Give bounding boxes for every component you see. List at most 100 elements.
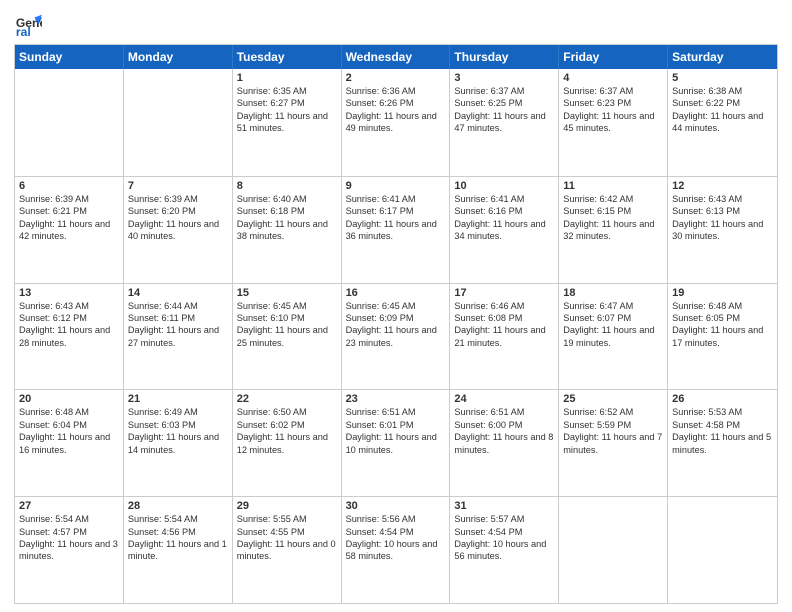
day-number: 22 (237, 393, 337, 405)
day-cell-29: 29Sunrise: 5:55 AM Sunset: 4:55 PM Dayli… (233, 497, 342, 603)
day-cell-27: 27Sunrise: 5:54 AM Sunset: 4:57 PM Dayli… (15, 497, 124, 603)
header-cell-monday: Monday (124, 45, 233, 69)
day-info: Sunrise: 6:35 AM Sunset: 6:27 PM Dayligh… (237, 85, 337, 135)
day-info: Sunrise: 6:46 AM Sunset: 6:08 PM Dayligh… (454, 300, 554, 350)
day-info: Sunrise: 6:37 AM Sunset: 6:23 PM Dayligh… (563, 85, 663, 135)
day-info: Sunrise: 6:42 AM Sunset: 6:15 PM Dayligh… (563, 193, 663, 243)
header-cell-thursday: Thursday (450, 45, 559, 69)
day-cell-28: 28Sunrise: 5:54 AM Sunset: 4:56 PM Dayli… (124, 497, 233, 603)
day-cell-1: 1Sunrise: 6:35 AM Sunset: 6:27 PM Daylig… (233, 69, 342, 176)
day-number: 26 (672, 393, 773, 405)
day-info: Sunrise: 6:39 AM Sunset: 6:21 PM Dayligh… (19, 193, 119, 243)
day-cell-18: 18Sunrise: 6:47 AM Sunset: 6:07 PM Dayli… (559, 284, 668, 390)
day-info: Sunrise: 6:49 AM Sunset: 6:03 PM Dayligh… (128, 406, 228, 456)
day-cell-22: 22Sunrise: 6:50 AM Sunset: 6:02 PM Dayli… (233, 390, 342, 496)
day-cell-3: 3Sunrise: 6:37 AM Sunset: 6:25 PM Daylig… (450, 69, 559, 176)
day-cell-12: 12Sunrise: 6:43 AM Sunset: 6:13 PM Dayli… (668, 177, 777, 283)
day-cell-2: 2Sunrise: 6:36 AM Sunset: 6:26 PM Daylig… (342, 69, 451, 176)
day-number: 3 (454, 72, 554, 84)
day-number: 25 (563, 393, 663, 405)
day-info: Sunrise: 5:54 AM Sunset: 4:56 PM Dayligh… (128, 513, 228, 563)
day-info: Sunrise: 5:53 AM Sunset: 4:58 PM Dayligh… (672, 406, 773, 456)
day-number: 19 (672, 287, 773, 299)
day-info: Sunrise: 6:51 AM Sunset: 6:01 PM Dayligh… (346, 406, 446, 456)
day-number: 15 (237, 287, 337, 299)
day-info: Sunrise: 6:50 AM Sunset: 6:02 PM Dayligh… (237, 406, 337, 456)
day-number: 9 (346, 180, 446, 192)
day-info: Sunrise: 6:45 AM Sunset: 6:10 PM Dayligh… (237, 300, 337, 350)
day-info: Sunrise: 5:54 AM Sunset: 4:57 PM Dayligh… (19, 513, 119, 563)
day-cell-21: 21Sunrise: 6:49 AM Sunset: 6:03 PM Dayli… (124, 390, 233, 496)
day-number: 30 (346, 500, 446, 512)
week-row-4: 27Sunrise: 5:54 AM Sunset: 4:57 PM Dayli… (15, 496, 777, 603)
day-info: Sunrise: 6:48 AM Sunset: 6:04 PM Dayligh… (19, 406, 119, 456)
day-cell-14: 14Sunrise: 6:44 AM Sunset: 6:11 PM Dayli… (124, 284, 233, 390)
day-cell-19: 19Sunrise: 6:48 AM Sunset: 6:05 PM Dayli… (668, 284, 777, 390)
day-cell-7: 7Sunrise: 6:39 AM Sunset: 6:20 PM Daylig… (124, 177, 233, 283)
day-number: 23 (346, 393, 446, 405)
logo-icon: Gene ral (14, 10, 42, 38)
day-number: 21 (128, 393, 228, 405)
day-number: 28 (128, 500, 228, 512)
day-info: Sunrise: 6:41 AM Sunset: 6:17 PM Dayligh… (346, 193, 446, 243)
day-cell-23: 23Sunrise: 6:51 AM Sunset: 6:01 PM Dayli… (342, 390, 451, 496)
week-row-3: 20Sunrise: 6:48 AM Sunset: 6:04 PM Dayli… (15, 389, 777, 496)
calendar: SundayMondayTuesdayWednesdayThursdayFrid… (14, 44, 778, 604)
day-number: 6 (19, 180, 119, 192)
svg-text:ral: ral (16, 25, 31, 38)
day-number: 10 (454, 180, 554, 192)
day-cell-11: 11Sunrise: 6:42 AM Sunset: 6:15 PM Dayli… (559, 177, 668, 283)
day-cell-17: 17Sunrise: 6:46 AM Sunset: 6:08 PM Dayli… (450, 284, 559, 390)
day-cell-26: 26Sunrise: 5:53 AM Sunset: 4:58 PM Dayli… (668, 390, 777, 496)
page-header: Gene ral (14, 10, 778, 38)
day-cell-5: 5Sunrise: 6:38 AM Sunset: 6:22 PM Daylig… (668, 69, 777, 176)
day-cell-empty-0-1 (124, 69, 233, 176)
day-info: Sunrise: 6:37 AM Sunset: 6:25 PM Dayligh… (454, 85, 554, 135)
logo: Gene ral (14, 10, 46, 38)
day-cell-20: 20Sunrise: 6:48 AM Sunset: 6:04 PM Dayli… (15, 390, 124, 496)
day-number: 14 (128, 287, 228, 299)
day-number: 18 (563, 287, 663, 299)
day-number: 29 (237, 500, 337, 512)
day-number: 16 (346, 287, 446, 299)
day-number: 7 (128, 180, 228, 192)
day-info: Sunrise: 6:38 AM Sunset: 6:22 PM Dayligh… (672, 85, 773, 135)
day-number: 24 (454, 393, 554, 405)
day-cell-30: 30Sunrise: 5:56 AM Sunset: 4:54 PM Dayli… (342, 497, 451, 603)
week-row-1: 6Sunrise: 6:39 AM Sunset: 6:21 PM Daylig… (15, 176, 777, 283)
day-info: Sunrise: 6:44 AM Sunset: 6:11 PM Dayligh… (128, 300, 228, 350)
day-info: Sunrise: 6:41 AM Sunset: 6:16 PM Dayligh… (454, 193, 554, 243)
day-cell-13: 13Sunrise: 6:43 AM Sunset: 6:12 PM Dayli… (15, 284, 124, 390)
day-number: 17 (454, 287, 554, 299)
day-cell-empty-0-0 (15, 69, 124, 176)
day-info: Sunrise: 6:51 AM Sunset: 6:00 PM Dayligh… (454, 406, 554, 456)
day-number: 13 (19, 287, 119, 299)
day-info: Sunrise: 6:48 AM Sunset: 6:05 PM Dayligh… (672, 300, 773, 350)
day-cell-16: 16Sunrise: 6:45 AM Sunset: 6:09 PM Dayli… (342, 284, 451, 390)
day-cell-9: 9Sunrise: 6:41 AM Sunset: 6:17 PM Daylig… (342, 177, 451, 283)
day-cell-empty-4-5 (559, 497, 668, 603)
day-number: 20 (19, 393, 119, 405)
day-cell-8: 8Sunrise: 6:40 AM Sunset: 6:18 PM Daylig… (233, 177, 342, 283)
header-cell-wednesday: Wednesday (342, 45, 451, 69)
day-cell-31: 31Sunrise: 5:57 AM Sunset: 4:54 PM Dayli… (450, 497, 559, 603)
day-number: 11 (563, 180, 663, 192)
day-cell-15: 15Sunrise: 6:45 AM Sunset: 6:10 PM Dayli… (233, 284, 342, 390)
day-info: Sunrise: 5:56 AM Sunset: 4:54 PM Dayligh… (346, 513, 446, 563)
day-number: 5 (672, 72, 773, 84)
day-info: Sunrise: 5:57 AM Sunset: 4:54 PM Dayligh… (454, 513, 554, 563)
day-number: 31 (454, 500, 554, 512)
day-info: Sunrise: 6:45 AM Sunset: 6:09 PM Dayligh… (346, 300, 446, 350)
day-info: Sunrise: 6:43 AM Sunset: 6:12 PM Dayligh… (19, 300, 119, 350)
day-info: Sunrise: 6:40 AM Sunset: 6:18 PM Dayligh… (237, 193, 337, 243)
day-info: Sunrise: 6:39 AM Sunset: 6:20 PM Dayligh… (128, 193, 228, 243)
day-cell-24: 24Sunrise: 6:51 AM Sunset: 6:00 PM Dayli… (450, 390, 559, 496)
day-number: 8 (237, 180, 337, 192)
calendar-header: SundayMondayTuesdayWednesdayThursdayFrid… (15, 45, 777, 69)
calendar-body: 1Sunrise: 6:35 AM Sunset: 6:27 PM Daylig… (15, 69, 777, 603)
day-info: Sunrise: 5:55 AM Sunset: 4:55 PM Dayligh… (237, 513, 337, 563)
day-cell-empty-4-6 (668, 497, 777, 603)
day-cell-6: 6Sunrise: 6:39 AM Sunset: 6:21 PM Daylig… (15, 177, 124, 283)
day-cell-4: 4Sunrise: 6:37 AM Sunset: 6:23 PM Daylig… (559, 69, 668, 176)
header-cell-friday: Friday (559, 45, 668, 69)
